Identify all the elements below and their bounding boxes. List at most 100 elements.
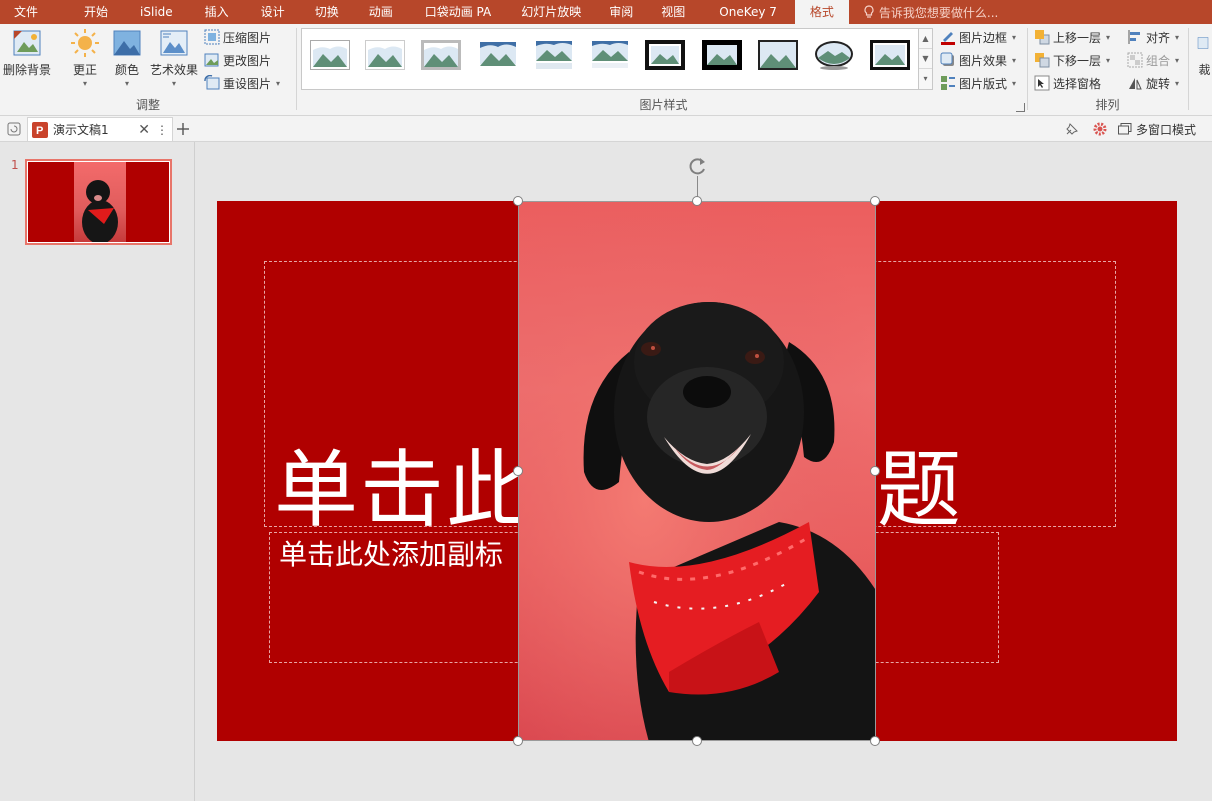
align-icon	[1128, 30, 1140, 44]
slide-canvas[interactable]: 单击此 题 单击此处添加副标	[217, 201, 1177, 741]
crop-icon	[1197, 37, 1209, 49]
change-picture-button[interactable]: 更改图片	[204, 50, 271, 70]
rotate-icon	[1129, 78, 1142, 90]
picture-style-black-frame[interactable]	[645, 40, 685, 70]
tab-pocket-animation[interactable]: 口袋动画 PA	[411, 0, 506, 24]
multi-window-mode-button[interactable]: 多窗口模式	[1136, 121, 1196, 138]
change-picture-label: 更改图片	[223, 53, 272, 68]
resize-handle-top-right[interactable]	[870, 196, 880, 206]
document-tab[interactable]: P 演示文稿1 ✕ ⋮	[27, 117, 173, 141]
rotate-handle-icon[interactable]	[687, 155, 709, 177]
picture-styles-gallery	[301, 28, 919, 90]
picture-style-simple-frame[interactable]	[310, 40, 350, 70]
align-label: 对齐	[1146, 30, 1171, 45]
tab-transitions[interactable]: 切换	[301, 0, 353, 24]
compress-pictures-button[interactable]: 压缩图片	[204, 27, 271, 47]
picture-style-thin-black[interactable]	[758, 40, 798, 70]
group-icon	[1127, 52, 1143, 68]
more-options-icon[interactable]: ⋮	[156, 123, 168, 137]
tabstrip-right-tools: 多窗口模式	[1064, 116, 1196, 142]
chevron-down-icon: ▾	[1175, 78, 1180, 88]
rotate-button[interactable]: 旋转 ▾	[1127, 73, 1179, 93]
align-button[interactable]: 对齐 ▾	[1127, 27, 1179, 47]
tab-review[interactable]: 审阅	[595, 0, 647, 24]
tab-insert[interactable]: 插入	[191, 0, 243, 24]
group-divider	[1188, 28, 1189, 110]
tab-onekey[interactable]: OneKey 7	[705, 0, 791, 24]
chevron-down-icon: ▾	[1106, 32, 1111, 42]
pin-icon[interactable]	[1064, 121, 1080, 137]
document-tab-strip	[0, 116, 1212, 142]
thumbnail-dog-photo	[74, 162, 126, 242]
dog-photo-image	[519, 202, 875, 740]
tell-me-search[interactable]: 告诉我您想要做什么...	[863, 4, 998, 21]
tab-design[interactable]: 设计	[247, 0, 299, 24]
tab-slideshow[interactable]: 幻灯片放映	[507, 0, 595, 24]
artistic-effects-button[interactable]: 艺术效果 ▾	[150, 28, 198, 88]
tab-islide[interactable]: iSlide	[126, 0, 187, 24]
resize-handle-bottom-left[interactable]	[513, 736, 523, 746]
send-backward-button[interactable]: 下移一层 ▾	[1034, 50, 1110, 70]
resize-handle-top[interactable]	[692, 196, 702, 206]
picture-effects-button[interactable]: 图片效果 ▾	[940, 50, 1016, 70]
picture-layout-icon	[941, 76, 955, 90]
picture-style-reflected[interactable]	[534, 40, 574, 70]
gallery-scroll-down[interactable]: ▼	[919, 49, 932, 69]
settings-gear-icon[interactable]	[1092, 121, 1108, 137]
artistic-effects-label: 艺术效果	[150, 63, 199, 77]
home-page-icon[interactable]	[7, 122, 21, 136]
reset-picture-label: 重设图片	[223, 76, 272, 91]
selected-dog-picture[interactable]	[518, 201, 876, 741]
compress-label: 压缩图片	[223, 30, 272, 45]
chevron-down-icon: ▾	[1012, 32, 1017, 42]
chevron-down-icon: ▾	[1012, 78, 1017, 88]
bring-forward-label: 上移一层	[1053, 30, 1102, 45]
chevron-down-icon: ▾	[82, 79, 87, 88]
resize-handle-bottom-right[interactable]	[870, 736, 880, 746]
picture-layout-button[interactable]: 图片版式 ▾	[940, 73, 1016, 93]
send-backward-label: 下移一层	[1053, 53, 1102, 68]
chevron-down-icon: ▾	[276, 78, 281, 88]
picture-style-oval[interactable]	[814, 40, 854, 70]
picture-style-reflected-soft[interactable]	[590, 40, 630, 70]
resize-handle-left[interactable]	[513, 466, 523, 476]
picture-style-black-shadow[interactable]	[702, 40, 742, 70]
tab-animations[interactable]: 动画	[355, 0, 407, 24]
group-objects-button[interactable]: 组合 ▾	[1127, 50, 1179, 70]
selection-pane-button[interactable]: 选择窗格	[1034, 73, 1101, 93]
reset-picture-button[interactable]: 重设图片 ▾	[204, 73, 280, 93]
crop-button[interactable]: 裁	[1197, 28, 1212, 78]
dialog-launcher-icon[interactable]	[1016, 103, 1025, 112]
ribbon: 删除背景 更正 ▾ 颜色 ▾ 艺术效果 ▾ 压缩图片 更改图片 重设图片 ▾ 调…	[0, 24, 1212, 116]
gallery-more[interactable]: ▾	[919, 69, 932, 89]
picture-style-soft-edge[interactable]	[365, 40, 405, 70]
reset-picture-icon	[204, 75, 220, 90]
picture-styles-group-label: 图片样式	[639, 98, 688, 112]
add-tab-icon[interactable]	[176, 122, 190, 136]
tab-format[interactable]: 格式	[794, 0, 849, 24]
slide-thumbnail[interactable]	[25, 159, 172, 245]
picture-style-double-frame[interactable]	[870, 40, 910, 70]
corrections-button[interactable]: 更正 ▾	[70, 28, 100, 88]
selection-pane-label: 选择窗格	[1053, 76, 1102, 91]
tab-view[interactable]: 视图	[647, 0, 699, 24]
tab-file[interactable]: 文件	[0, 0, 52, 24]
tab-home[interactable]: 开始	[70, 0, 122, 24]
resize-handle-top-left[interactable]	[513, 196, 523, 206]
picture-style-rounded[interactable]	[478, 40, 518, 70]
crop-label: 裁	[1198, 63, 1211, 77]
color-button[interactable]: 颜色 ▾	[112, 28, 142, 88]
bring-forward-button[interactable]: 上移一层 ▾	[1034, 27, 1110, 47]
remove-background-label: 删除背景	[3, 63, 52, 77]
lightbulb-icon	[864, 5, 874, 18]
gallery-scroll: ▲ ▼ ▾	[919, 28, 933, 90]
dog-thumbnail-image	[82, 180, 118, 242]
resize-handle-bottom[interactable]	[692, 736, 702, 746]
picture-style-shadow-frame[interactable]	[421, 40, 461, 70]
remove-background-button[interactable]: 删除背景	[3, 28, 51, 78]
gallery-scroll-up[interactable]: ▲	[919, 29, 932, 49]
picture-border-button[interactable]: 图片边框 ▾	[940, 27, 1016, 47]
close-tab-icon[interactable]: ✕	[138, 122, 150, 138]
resize-handle-right[interactable]	[870, 466, 880, 476]
picture-effects-label: 图片效果	[959, 53, 1008, 68]
